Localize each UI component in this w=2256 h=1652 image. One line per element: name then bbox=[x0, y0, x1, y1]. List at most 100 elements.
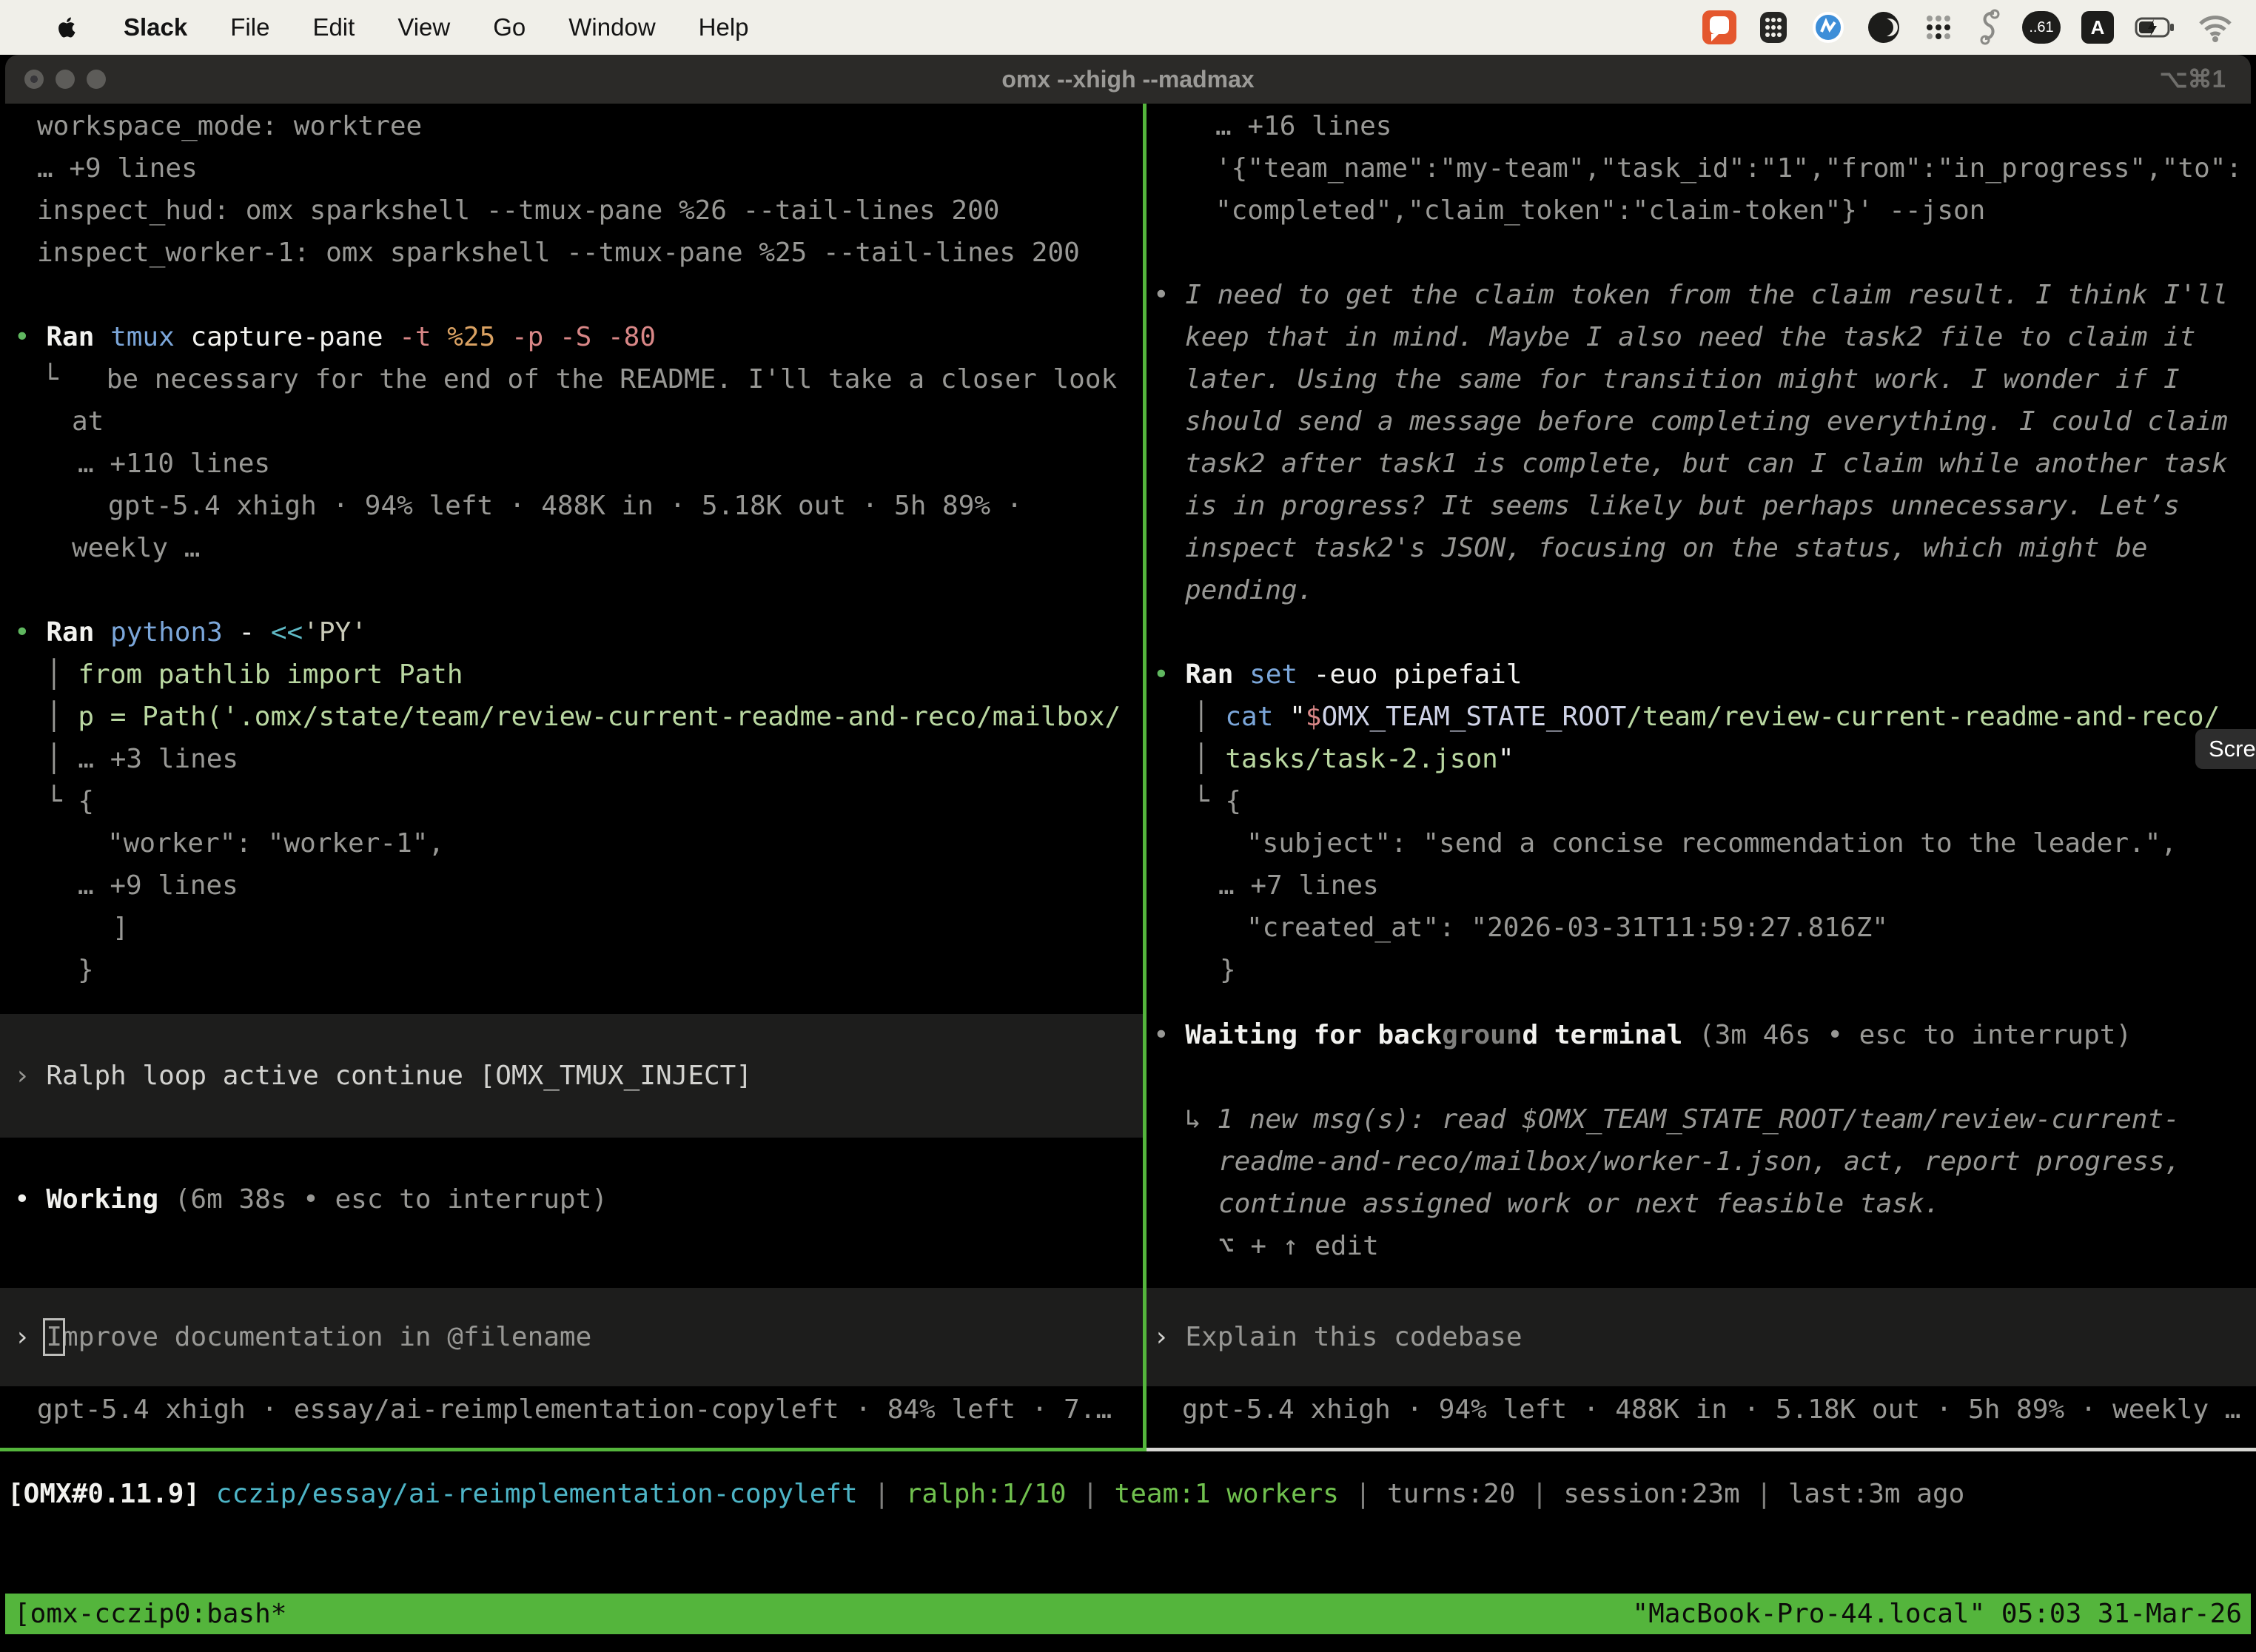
ralph-loop-banner[interactable]: › Ralph loop active continue [OMX_TMUX_I… bbox=[0, 1014, 1143, 1138]
omx-status-line: [OMX#0.11.9] cczip/essay/ai-reimplementa… bbox=[0, 1473, 2256, 1515]
screen-tooltip: Scre bbox=[2195, 729, 2256, 769]
text-segment: is in progress? It seems likely but perh… bbox=[1185, 491, 2180, 521]
text-segment: d terminal bbox=[1523, 1020, 1699, 1050]
terminal-line: • Waiting for background terminal (3m 46… bbox=[1147, 1014, 2256, 1056]
dots-grid-icon[interactable] bbox=[1921, 10, 1955, 44]
text-segment: ⌥ + ↑ edit bbox=[1218, 1231, 1379, 1261]
text-segment: gpt-5.4 xhigh · essay/ai-reimplementatio… bbox=[37, 1394, 1112, 1425]
text-segment: | bbox=[858, 1479, 906, 1509]
menu-item-edit[interactable]: Edit bbox=[291, 13, 376, 41]
text-segment: ] bbox=[113, 913, 129, 943]
terminal-line: • Ran tmux capture-pane -t %25 -p -S -80 bbox=[0, 316, 1143, 358]
hex-badge-icon[interactable] bbox=[1810, 10, 1846, 45]
spacer bbox=[1147, 991, 2256, 1014]
text-segment: (6m 38s • esc to interrupt) bbox=[175, 1184, 608, 1215]
text-segment: -t bbox=[399, 322, 447, 352]
wifi-icon[interactable] bbox=[2197, 13, 2234, 42]
terminal-line: task2 after task1 is complete, but can I… bbox=[1147, 443, 2256, 485]
text-segment: -S bbox=[560, 322, 608, 352]
prompt-input-right[interactable]: › Explain this codebase bbox=[1147, 1288, 2256, 1386]
menu-item-window[interactable]: Window bbox=[547, 13, 677, 41]
terminal-line: • Ran python3 - <<'PY' bbox=[0, 611, 1143, 654]
text-segment: gpt-5.4 xhigh · 94% left · 488K in · 5.1… bbox=[1182, 1394, 2240, 1425]
terminal-line: gpt-5.4 xhigh · essay/ai-reimplementatio… bbox=[0, 1389, 1143, 1431]
terminal-line: '{"team_name":"my-team","task_id":"1","f… bbox=[1147, 147, 2256, 189]
text-segment: | bbox=[1515, 1479, 1563, 1509]
spacer bbox=[0, 569, 1143, 611]
battery-icon[interactable] bbox=[2135, 16, 2176, 38]
spacer bbox=[0, 991, 1143, 1014]
moon-circle-icon[interactable] bbox=[1867, 10, 1901, 44]
text-segment: cczip/essay/ai-reimplementation-copyleft bbox=[216, 1479, 858, 1509]
text-segment: I need to get the claim token from the c… bbox=[1185, 280, 2228, 310]
s-curve-icon[interactable] bbox=[1976, 9, 2001, 46]
worker-pane[interactable]: workspace_mode: worktree… +9 linesinspec… bbox=[0, 105, 1143, 1448]
text-segment: Ran bbox=[1185, 659, 1249, 690]
text-segment: } bbox=[1220, 955, 1236, 985]
text-segment: '{"team_name":"my-team","task_id":"1","f… bbox=[1215, 153, 2242, 184]
text-segment: … +7 lines bbox=[1218, 870, 1379, 901]
terminal-line: keep that in mind. Maybe I also need the… bbox=[1147, 316, 2256, 358]
text-segment: tmux bbox=[110, 322, 190, 352]
text-segment: task2 after task1 is complete, but can I… bbox=[1185, 449, 2228, 479]
badge-61-icon[interactable]: ..61 bbox=[2022, 11, 2061, 44]
text-segment: pending. bbox=[1185, 575, 1313, 605]
keyboard-layout-icon[interactable]: A bbox=[2081, 11, 2114, 44]
grid-shield-icon[interactable] bbox=[1757, 10, 1790, 44]
terminal-line: │ tasks/task-2.json" bbox=[1147, 738, 2256, 780]
menu-item-go[interactable]: Go bbox=[471, 13, 547, 41]
hud-pane[interactable]: … +16 lines '{"team_name":"my-team","task… bbox=[1147, 105, 2256, 1448]
terminal-line: └ be necessary for the end of the README… bbox=[0, 358, 1143, 400]
chat-app-icon[interactable] bbox=[1702, 10, 1736, 44]
terminal-line: • Ran set -euo pipefail bbox=[1147, 654, 2256, 696]
terminal-line: inspect_hud: omx sparkshell --tmux-pane … bbox=[0, 189, 1143, 232]
text-segment: at bbox=[72, 406, 104, 437]
terminal-line: gpt-5.4 xhigh · 94% left · 488K in · 5.1… bbox=[1147, 1389, 2256, 1431]
terminal-line: └ { bbox=[1147, 780, 2256, 822]
text-segment: └ bbox=[1193, 786, 1225, 816]
tmux-host-clock: "MacBook-Pro-44.local" 05:03 31-Mar-26 bbox=[1632, 1599, 2242, 1629]
spacer bbox=[0, 274, 1143, 316]
text-segment: • bbox=[14, 617, 46, 648]
menu-item-help[interactable]: Help bbox=[677, 13, 771, 41]
apple-icon[interactable] bbox=[55, 13, 80, 42]
text-segment: inspect task2's JSON, focusing on the st… bbox=[1185, 533, 2147, 563]
text-segment: p = Path('.omx/state/team/review-current… bbox=[78, 702, 1121, 732]
terminal-line: at bbox=[0, 400, 1143, 443]
text-segment: cat bbox=[1225, 702, 1289, 732]
window-title-bar[interactable]: omx --xhigh --madmax ⌥⌘1 bbox=[5, 55, 2251, 104]
terminal-line: inspect task2's JSON, focusing on the st… bbox=[1147, 527, 2256, 569]
text-segment: Explain this codebase bbox=[1185, 1322, 1522, 1352]
text-segment: … +9 lines bbox=[37, 153, 198, 184]
terminal-line: } bbox=[1147, 949, 2256, 991]
pane-divider-vertical[interactable] bbox=[1143, 104, 1147, 1451]
text-segment: └ bbox=[46, 786, 78, 816]
menu-item-file[interactable]: File bbox=[209, 13, 291, 41]
text-segment: Working bbox=[46, 1184, 174, 1215]
spacer bbox=[0, 1138, 1143, 1178]
menu-item-slack[interactable]: Slack bbox=[102, 13, 209, 41]
pane-divider-left[interactable] bbox=[0, 1448, 1143, 1451]
spacer bbox=[0, 1220, 1143, 1288]
tooltip-label: Scre bbox=[2209, 736, 2256, 762]
prompt-input-left[interactable]: › Improve documentation in @filename bbox=[0, 1288, 1143, 1386]
text-segment: › bbox=[14, 1322, 46, 1352]
terminal-line: "completed","claim_token":"claim-token"}… bbox=[1147, 189, 2256, 232]
terminal-line: "created_at": "2026-03-31T11:59:27.816Z" bbox=[1147, 907, 2256, 949]
text-segment: Ralph loop active continue [OMX_TMUX_INJ… bbox=[46, 1061, 752, 1091]
terminal-line: • Working (6m 38s • esc to interrupt) bbox=[0, 1178, 1143, 1220]
text-segment: readme-and-reco/mailbox/worker-1.json, a… bbox=[1218, 1146, 2181, 1177]
text-segment: … +16 lines bbox=[1215, 111, 1391, 141]
text-cursor: I bbox=[46, 1316, 62, 1358]
window-shortcut-badge: ⌥⌘1 bbox=[2160, 55, 2226, 104]
text-segment: python3 bbox=[110, 617, 238, 648]
text-segment: 1 new msg(s): read $OMX_TEAM_STATE_ROOT/… bbox=[1217, 1104, 2179, 1135]
text-segment: " bbox=[1498, 744, 1514, 774]
text-segment: │ bbox=[46, 659, 78, 690]
menu-item-view[interactable]: View bbox=[376, 13, 471, 41]
text-segment: | bbox=[1339, 1479, 1387, 1509]
pane-divider-right[interactable] bbox=[1147, 1448, 2256, 1451]
text-segment: 'PY' bbox=[303, 617, 367, 648]
text-segment: ↳ bbox=[1185, 1104, 1217, 1135]
terminal-line: later. Using the same for transition mig… bbox=[1147, 358, 2256, 400]
